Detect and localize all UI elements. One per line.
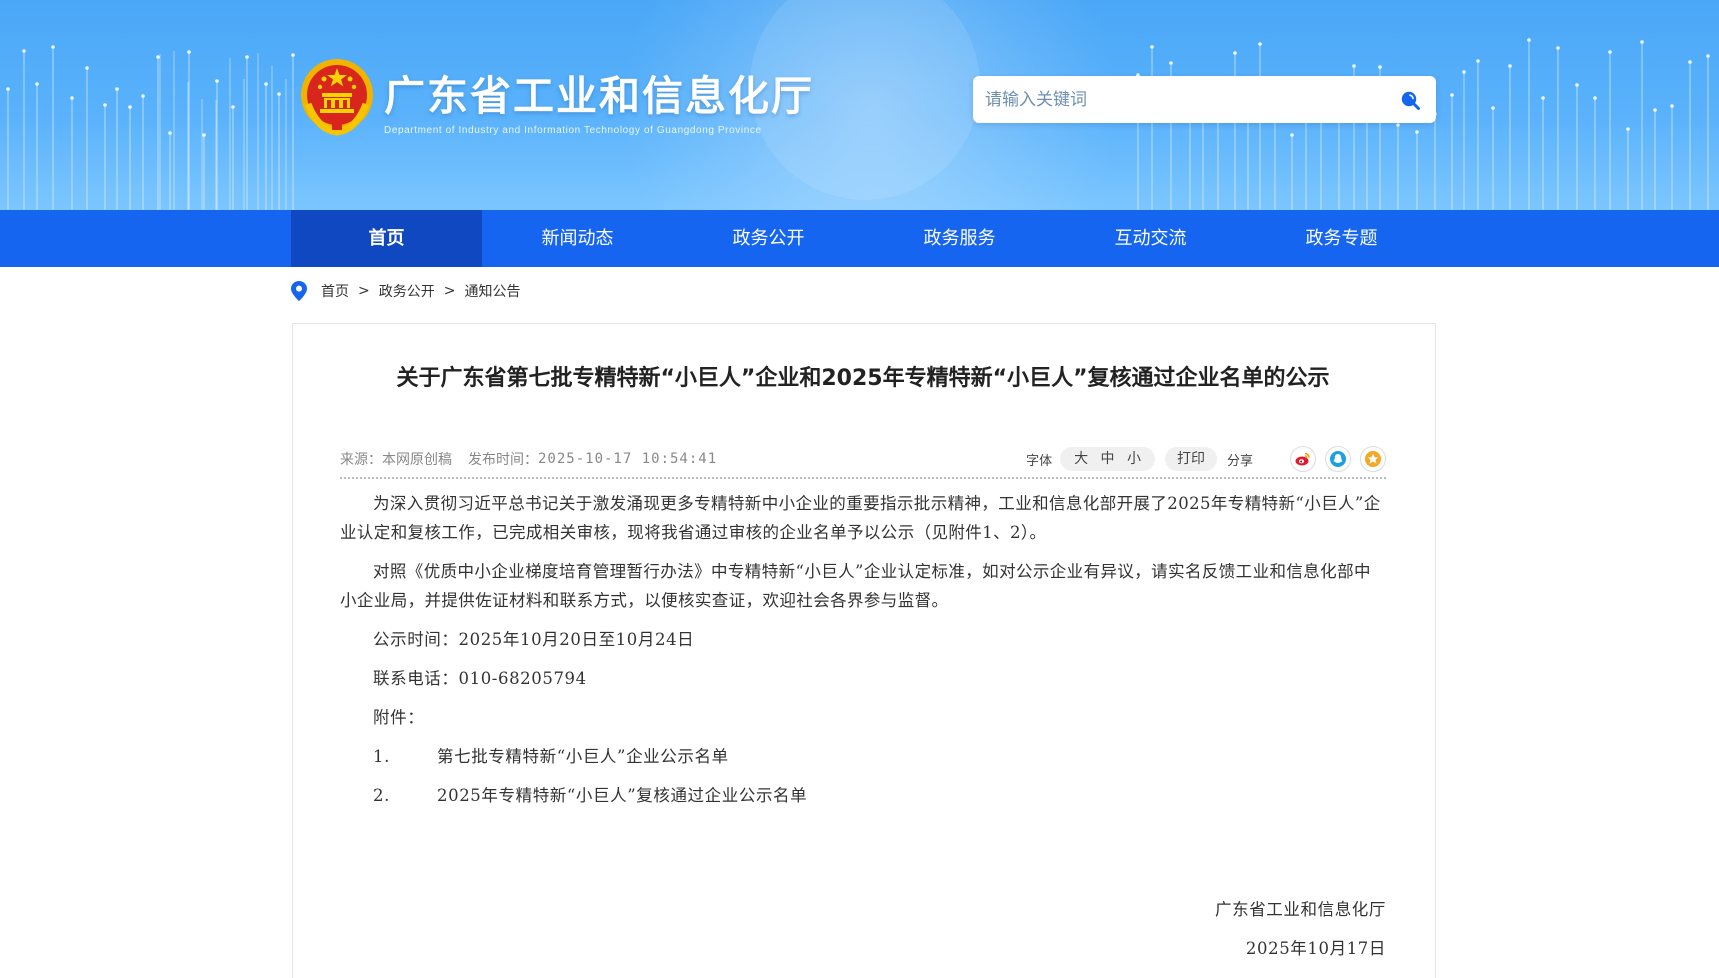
article-signature: 广东省工业和信息化厅 2025年10月17日 bbox=[1215, 895, 1386, 973]
nav-item-news[interactable]: 新闻动态 bbox=[482, 210, 673, 267]
location-pin-icon bbox=[291, 281, 307, 301]
site-title[interactable]: 广东省工业和信息化厅 bbox=[384, 62, 814, 122]
attachment-link[interactable]: 2025年专精特新“小巨人”复核通过企业公示名单 bbox=[437, 781, 807, 810]
font-size-label: 字体 bbox=[1026, 453, 1053, 469]
nav-item-home[interactable]: 首页 bbox=[291, 210, 482, 267]
signature-org: 广东省工业和信息化厅 bbox=[1215, 900, 1386, 919]
attachment-number: 1. bbox=[373, 747, 390, 766]
source-label: 来源： bbox=[340, 452, 382, 468]
share-label: 分享 bbox=[1226, 453, 1253, 469]
attachment-item: 2. 2025年专精特新“小巨人”复核通过企业公示名单 bbox=[340, 781, 1386, 810]
breadcrumb: 首页 > 政务公开 > 通知公告 bbox=[291, 280, 520, 302]
publish-date: 2025-10-17 10:54:41 bbox=[538, 451, 718, 467]
favorite-star-icon[interactable] bbox=[1360, 446, 1386, 472]
date-label: 发布时间： bbox=[468, 452, 538, 468]
paragraph: 对照《优质中小企业梯度培育管理暂行办法》中专精特新“小巨人”企业认定标准，如对公… bbox=[340, 562, 1371, 610]
article-meta: 来源： 本网原创稿 发布时间： 2025-10-17 10:54:41 字体 大… bbox=[340, 446, 1386, 472]
search-box bbox=[973, 76, 1436, 123]
breadcrumb-notices[interactable]: 通知公告 bbox=[464, 281, 520, 301]
source-value: 本网原创稿 bbox=[382, 452, 452, 468]
national-emblem-icon bbox=[301, 59, 373, 136]
nav-item-interaction[interactable]: 互动交流 bbox=[1055, 210, 1246, 267]
nav-item-gov-services[interactable]: 政务服务 bbox=[864, 210, 1055, 267]
font-size-large-button[interactable]: 大 bbox=[1074, 451, 1088, 467]
site-subtitle: Department of Industry and Information T… bbox=[384, 125, 762, 136]
article-body: 为深入贯彻习近平总书记关于激发涌现更多专精特新中小企业的重要指示批示精神，工业和… bbox=[340, 489, 1386, 820]
breadcrumb-gov-affairs-open[interactable]: 政务公开 bbox=[379, 281, 435, 301]
breadcrumb-home[interactable]: 首页 bbox=[321, 281, 349, 301]
print-button[interactable]: 打印 bbox=[1164, 447, 1217, 471]
qq-icon[interactable] bbox=[1325, 446, 1351, 472]
attachment-item: 1. 第七批专精特新“小巨人”企业公示名单 bbox=[340, 742, 1386, 771]
article-tools: 字体 大 中 小 打印 分享 bbox=[1026, 446, 1386, 472]
weibo-icon[interactable] bbox=[1290, 446, 1316, 472]
font-size-switcher: 大 中 小 bbox=[1060, 447, 1155, 471]
search-icon[interactable] bbox=[1398, 88, 1422, 112]
font-size-medium-button[interactable]: 中 bbox=[1101, 451, 1115, 467]
nav-item-gov-affairs-open[interactable]: 政务公开 bbox=[673, 210, 864, 267]
article-title: 关于广东省第七批专精特新“小巨人”企业和2025年专精特新“小巨人”复核通过企业… bbox=[396, 366, 1330, 391]
meta-divider bbox=[340, 477, 1386, 479]
font-size-small-button[interactable]: 小 bbox=[1127, 451, 1141, 467]
attachment-number: 2. bbox=[373, 786, 390, 805]
contact-phone: 联系电话：010-68205794 bbox=[373, 669, 587, 688]
attachment-link[interactable]: 第七批专精特新“小巨人”企业公示名单 bbox=[437, 742, 729, 771]
nav-item-special-topics[interactable]: 政务专题 bbox=[1246, 210, 1437, 267]
paragraph: 为深入贯彻习近平总书记关于激发涌现更多专精特新中小企业的重要指示批示精神，工业和… bbox=[340, 494, 1381, 542]
main-nav: 首页 新闻动态 政务公开 政务服务 互动交流 政务专题 bbox=[0, 210, 1719, 267]
notice-period: 公示时间：2025年10月20日至10月24日 bbox=[373, 630, 695, 649]
breadcrumb-separator: > bbox=[358, 283, 370, 299]
signature-date: 2025年10月17日 bbox=[1245, 939, 1386, 958]
attachments-label: 附件： bbox=[373, 708, 425, 727]
breadcrumb-separator: > bbox=[443, 283, 456, 299]
banner-decoration-lines bbox=[6, 38, 1710, 210]
header-banner: 广东省工业和信息化厅 Department of Industry and In… bbox=[0, 0, 1719, 210]
search-input[interactable] bbox=[985, 76, 1365, 123]
